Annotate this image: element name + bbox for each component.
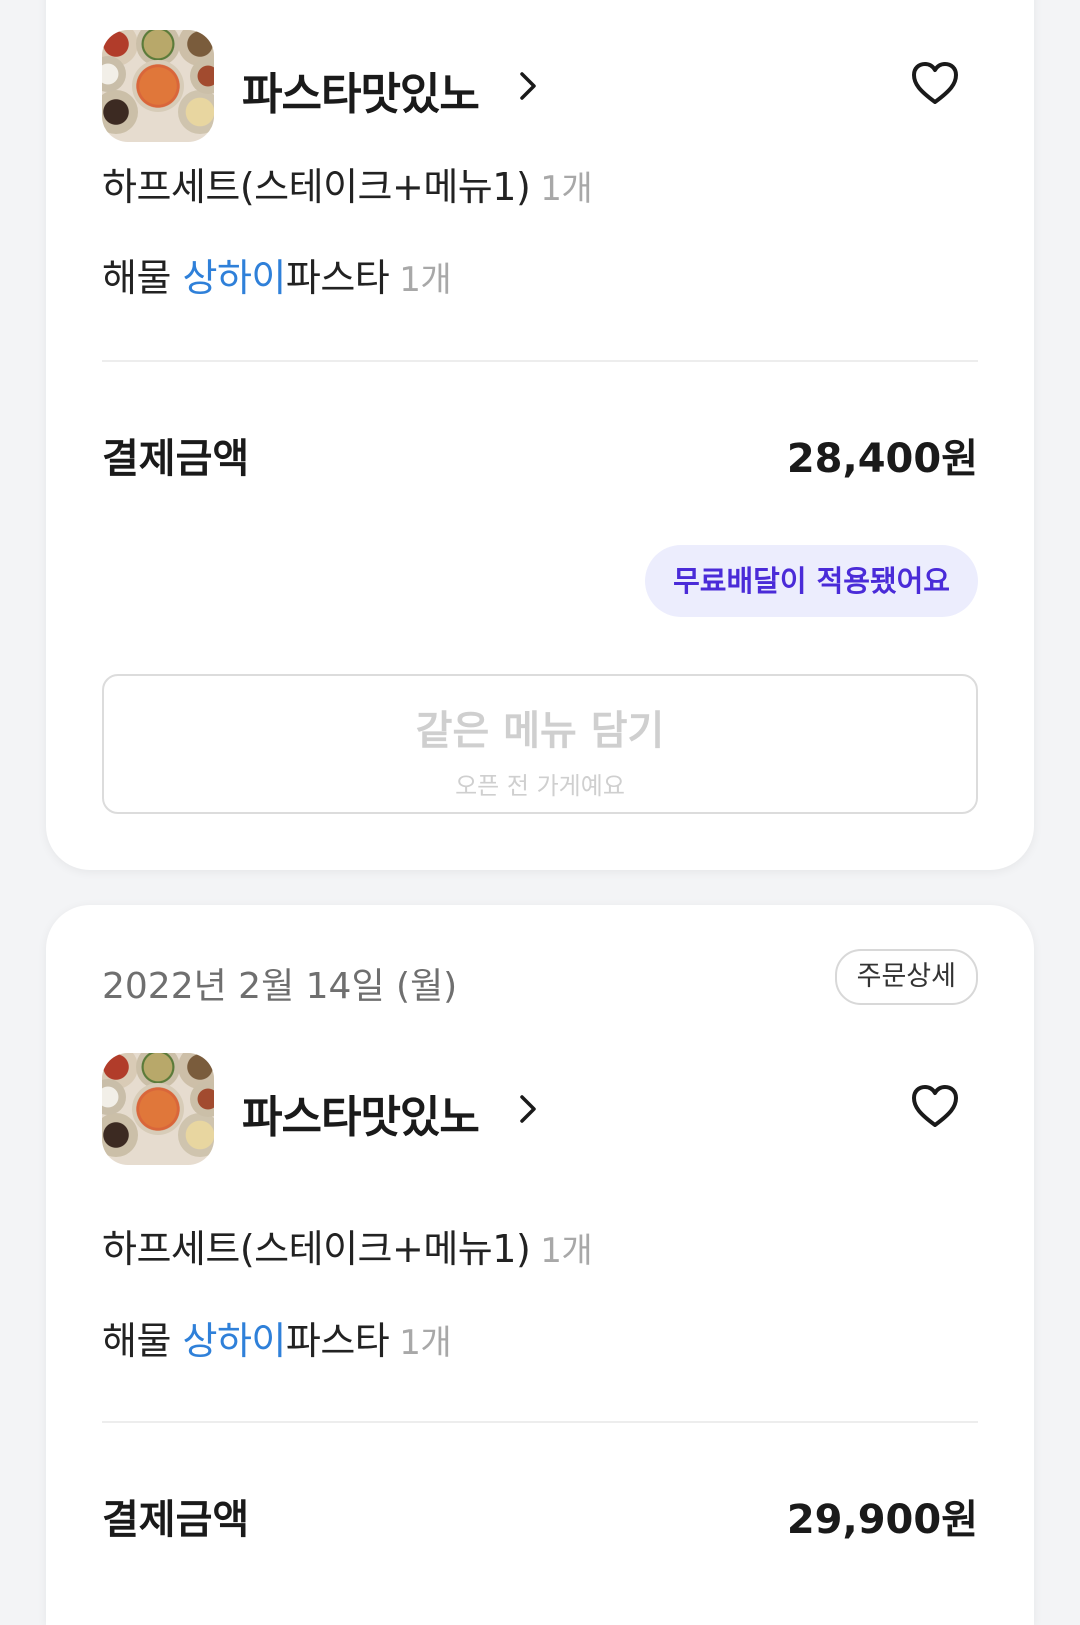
- menu-item-name-highlight: 상하이: [182, 256, 287, 300]
- heart-icon[interactable]: [910, 1083, 960, 1129]
- divider: [102, 360, 978, 362]
- menu-item-name: 하프세트(스테이크+메뉴1): [102, 165, 531, 209]
- free-delivery-badge: 무료배달이 적용됐어요: [645, 545, 978, 617]
- payment-label: 결제금액: [102, 436, 250, 482]
- payment-amount: 29,900원: [786, 1497, 978, 1543]
- chevron-right-icon[interactable]: [514, 1091, 542, 1127]
- menu-item-qty: 1개: [399, 260, 452, 300]
- menu-item-name-prefix: 해물: [102, 1319, 183, 1363]
- store-thumbnail[interactable]: [102, 30, 214, 142]
- reorder-button[interactable]: 같은 메뉴 담기 오픈 전 가게예요: [102, 674, 978, 814]
- order-card: 2022년 2월 14일 (월) 주문상세 파스타맛있노 하프세트(스테이크+메…: [46, 905, 1034, 1625]
- payment-label: 결제금액: [102, 1497, 250, 1543]
- menu-item-qty: 1개: [540, 1231, 593, 1271]
- store-header: 파스타맛있노: [102, 30, 978, 146]
- menu-item-qty: 1개: [540, 169, 593, 209]
- menu-item: 하프세트(스테이크+메뉴1) 1개: [102, 156, 593, 211]
- store-header: 파스타맛있노: [102, 1053, 978, 1169]
- order-date: 2022년 2월 14일 (월): [102, 966, 458, 1007]
- store-thumbnail[interactable]: [102, 1053, 214, 1165]
- menu-item-name-suffix: 파스타: [285, 1319, 390, 1363]
- divider: [102, 1421, 978, 1423]
- menu-item: 하프세트(스테이크+메뉴1) 1개: [102, 1218, 593, 1273]
- order-detail-button[interactable]: 주문상세: [834, 949, 978, 1005]
- heart-icon[interactable]: [910, 60, 960, 106]
- store-name-link[interactable]: 파스타맛있노: [242, 58, 480, 122]
- order-card: 파스타맛있노 하프세트(스테이크+메뉴1) 1개 해물 상하이파스타 1개 결제금액…: [46, 0, 1034, 870]
- menu-item-name-suffix: 파스타: [285, 256, 390, 300]
- payment-amount: 28,400원: [786, 436, 978, 482]
- menu-item: 해물 상하이파스타 1개: [102, 1310, 452, 1365]
- reorder-button-sublabel: 오픈 전 가게예요: [455, 772, 625, 800]
- menu-item-name: 하프세트(스테이크+메뉴1): [102, 1227, 531, 1271]
- reorder-button-label: 같은 메뉴 담기: [415, 708, 665, 754]
- chevron-right-icon[interactable]: [514, 68, 542, 104]
- store-name-link[interactable]: 파스타맛있노: [242, 1081, 480, 1145]
- menu-item: 해물 상하이파스타 1개: [102, 247, 452, 302]
- menu-item-qty: 1개: [399, 1323, 452, 1363]
- menu-item-name-highlight: 상하이: [182, 1319, 287, 1363]
- menu-item-name-prefix: 해물: [102, 256, 183, 300]
